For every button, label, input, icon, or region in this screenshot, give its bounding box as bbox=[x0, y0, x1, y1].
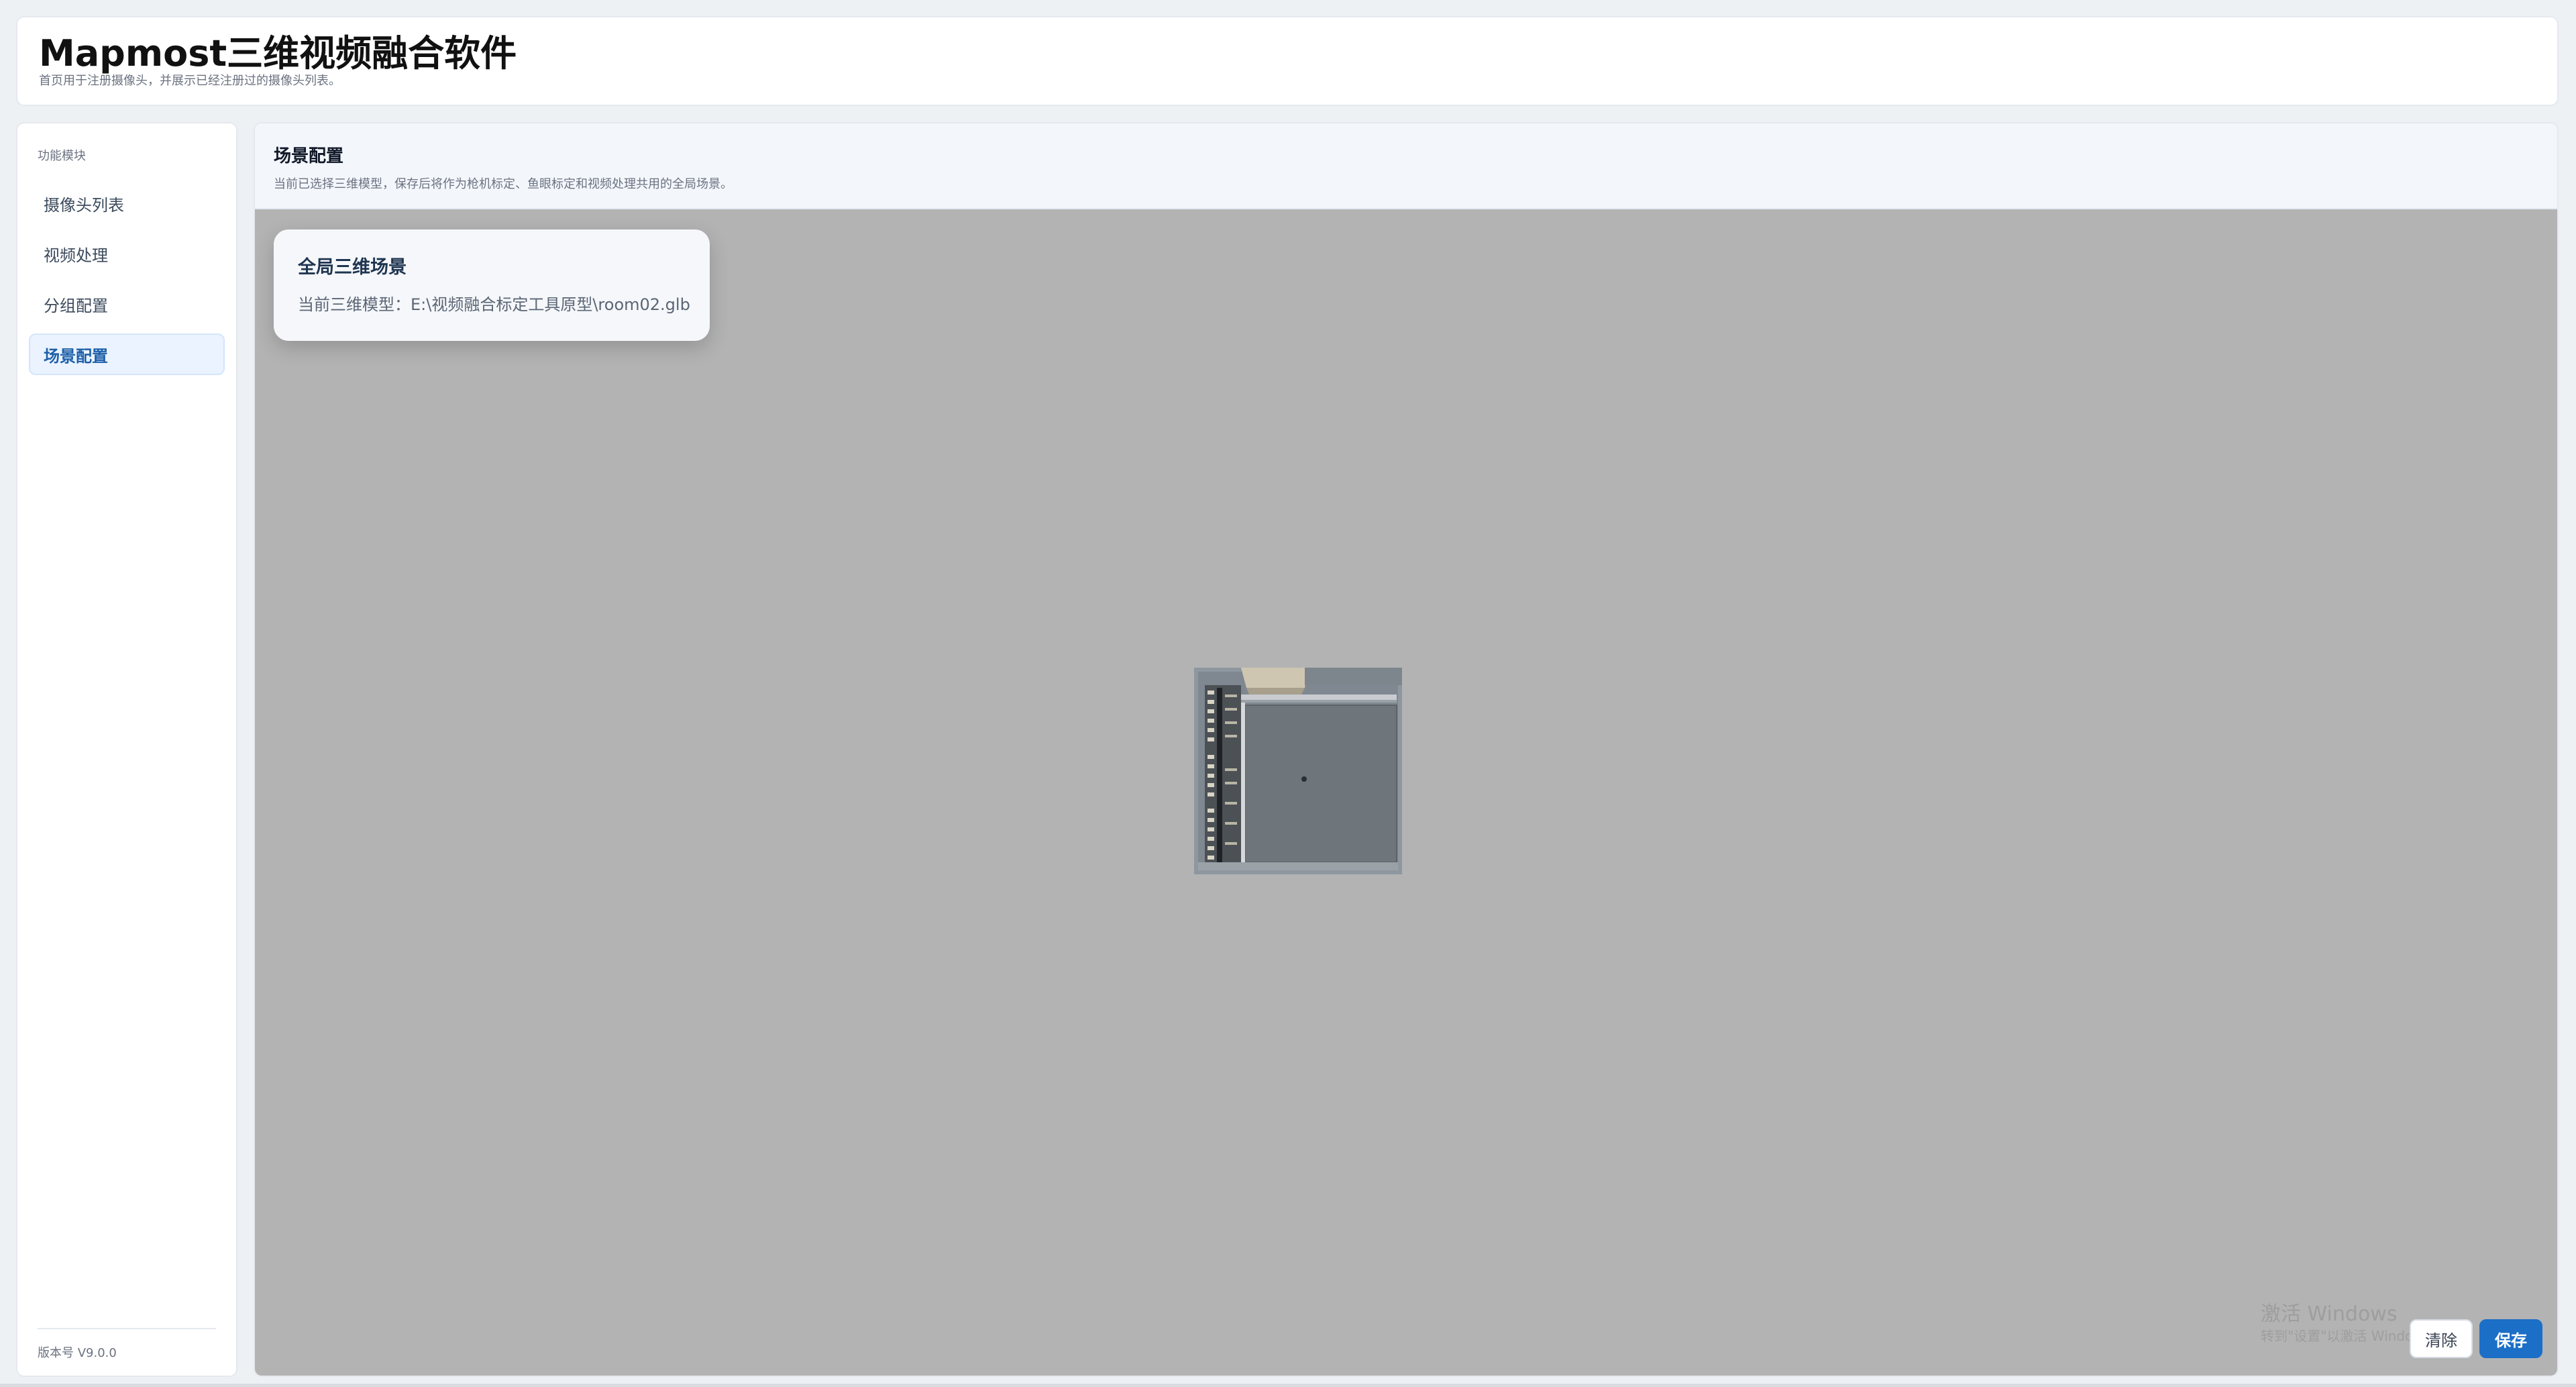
app-title: Mapmost三维视频融合软件 bbox=[39, 32, 517, 74]
sidebar-item-video-processing[interactable]: 视频处理 bbox=[29, 233, 225, 274]
sidebar-item-label: 摄像头列表 bbox=[44, 195, 124, 215]
page-title: 场景配置 bbox=[274, 146, 344, 166]
sidebar-section-title: 功能模块 bbox=[38, 149, 86, 163]
app-header: Mapmost三维视频融合软件 首页用于注册摄像头，并展示已经注册过的摄像头列表… bbox=[16, 16, 2559, 106]
sidebar: 功能模块 摄像头列表 视频处理 分组配置 场景配置 版本号 V9.0.0 bbox=[16, 122, 237, 1377]
scene-info-card: 全局三维场景 当前三维模型：E:\视频融合标定工具原型\room02.glb bbox=[274, 229, 710, 341]
version-label: 版本号 V9.0.0 bbox=[38, 1346, 117, 1360]
main-panel: 场景配置 当前已选择三维模型，保存后将作为枪机标定、鱼眼标定和视频处理共用的全局… bbox=[254, 122, 2559, 1377]
sidebar-item-label: 分组配置 bbox=[44, 296, 108, 315]
sidebar-item-label: 视频处理 bbox=[44, 246, 108, 265]
sidebar-item-label: 场景配置 bbox=[44, 346, 108, 366]
app-subtitle: 首页用于注册摄像头，并展示已经注册过的摄像头列表。 bbox=[39, 74, 341, 88]
sidebar-item-camera-list[interactable]: 摄像头列表 bbox=[29, 183, 225, 224]
room-3d-model[interactable] bbox=[1194, 668, 1402, 874]
panel-header: 场景配置 当前已选择三维模型，保存后将作为枪机标定、鱼眼标定和视频处理共用的全局… bbox=[255, 123, 2557, 209]
page-description: 当前已选择三维模型，保存后将作为枪机标定、鱼眼标定和视频处理共用的全局场景。 bbox=[274, 177, 733, 191]
bottom-edge bbox=[0, 1384, 2576, 1387]
current-model-path: 当前三维模型：E:\视频融合标定工具原型\room02.glb bbox=[298, 295, 690, 314]
sidebar-nav: 摄像头列表 视频处理 分组配置 场景配置 bbox=[29, 183, 225, 384]
clear-button[interactable]: 清除 bbox=[2410, 1319, 2473, 1358]
save-button[interactable]: 保存 bbox=[2479, 1319, 2542, 1358]
sidebar-item-scene-config[interactable]: 场景配置 bbox=[29, 333, 225, 375]
scene-viewport[interactable]: 全局三维场景 当前三维模型：E:\视频融合标定工具原型\room02.glb 激… bbox=[255, 209, 2557, 1376]
sidebar-divider bbox=[38, 1328, 216, 1329]
sidebar-item-group-config[interactable]: 分组配置 bbox=[29, 283, 225, 325]
scene-card-title: 全局三维场景 bbox=[298, 257, 407, 278]
